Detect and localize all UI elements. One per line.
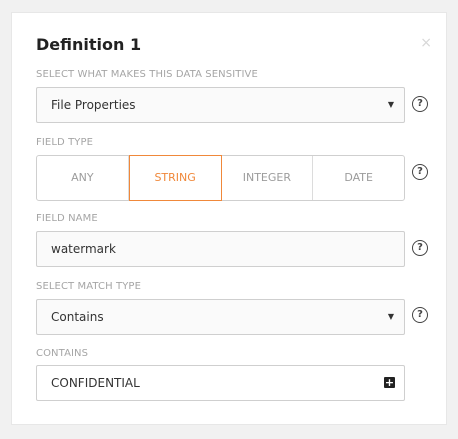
field-type-option-date[interactable]: DATE (313, 156, 404, 200)
help-icon[interactable]: ? (412, 164, 428, 180)
field-name-input[interactable]: watermark (36, 231, 405, 267)
match-type-label: SELECT MATCH TYPE (36, 281, 141, 292)
chevron-down-icon: ▼ (387, 312, 394, 321)
field-type-option-string[interactable]: STRING (128, 155, 222, 201)
add-icon[interactable]: + (384, 377, 395, 388)
help-icon[interactable]: ? (412, 307, 428, 323)
close-icon[interactable]: × (420, 36, 432, 50)
definition-card: Definition 1 × SELECT WHAT MAKES THIS DA… (11, 12, 447, 425)
field-type-label: FIELD TYPE (36, 137, 94, 148)
field-name-value: watermark (51, 242, 116, 256)
match-type-value: Contains (51, 310, 104, 324)
field-type-segmented-control: ANY STRING INTEGER DATE (36, 155, 405, 201)
sensitive-value: File Properties (51, 98, 136, 112)
contains-input[interactable]: CONFIDENTIAL + (36, 365, 405, 401)
match-type-select[interactable]: Contains ▼ (36, 299, 405, 335)
sensitive-label: SELECT WHAT MAKES THIS DATA SENSITIVE (36, 69, 258, 80)
help-icon[interactable]: ? (412, 96, 428, 112)
contains-value: CONFIDENTIAL (51, 376, 140, 390)
contains-label: CONTAINS (36, 348, 89, 359)
field-type-option-integer[interactable]: INTEGER (222, 156, 314, 200)
sensitive-select[interactable]: File Properties ▼ (36, 87, 405, 123)
field-type-option-any[interactable]: ANY (37, 156, 129, 200)
field-name-label: FIELD NAME (36, 213, 98, 224)
help-icon[interactable]: ? (412, 240, 428, 256)
chevron-down-icon: ▼ (387, 100, 394, 109)
definition-title: Definition 1 (36, 35, 142, 54)
